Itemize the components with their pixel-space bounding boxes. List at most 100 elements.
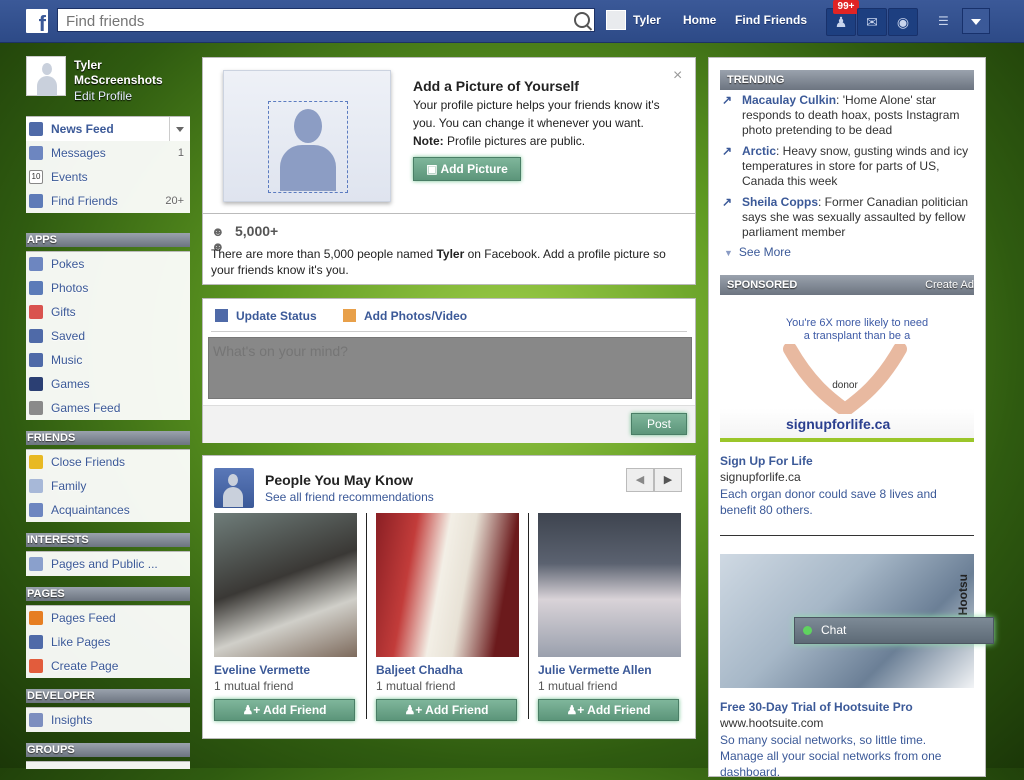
status-footer bbox=[203, 405, 695, 443]
sidebar-item-news-feed[interactable]: News Feed bbox=[26, 117, 190, 141]
status-composer: Update Status Add Photos/Video Post bbox=[202, 298, 696, 443]
sidebar-item-photos[interactable]: Photos bbox=[26, 276, 190, 300]
nav-home-link[interactable]: Home bbox=[683, 13, 716, 27]
see-all-recommendations-link[interactable]: See all friend recommendations bbox=[265, 490, 434, 504]
ad-description[interactable]: So many social networks, so little time.… bbox=[720, 732, 970, 780]
ad-description[interactable]: Each organ donor could save 8 lives and … bbox=[720, 486, 970, 518]
sidebar-item-gifts[interactable]: Gifts bbox=[26, 300, 190, 324]
friend-photo[interactable] bbox=[214, 513, 357, 657]
favorites-list: News Feed Messages 1 10 Events Find Friend… bbox=[26, 116, 190, 213]
heart-hands-icon: donor bbox=[783, 344, 907, 414]
music-icon bbox=[29, 353, 43, 367]
avatar[interactable] bbox=[606, 10, 626, 30]
news-feed-icon bbox=[29, 122, 43, 136]
add-friend-button[interactable]: ♟+ Add Friend bbox=[538, 699, 679, 721]
apps-header[interactable]: APPS bbox=[26, 233, 190, 247]
post-button[interactable]: Post bbox=[631, 413, 687, 435]
interests-list: Pages and Public ... bbox=[26, 551, 190, 576]
sidebar-item-pokes[interactable]: Pokes bbox=[26, 252, 190, 276]
status-input[interactable] bbox=[211, 341, 685, 395]
search-box[interactable] bbox=[57, 8, 595, 32]
friend-photo[interactable] bbox=[538, 513, 681, 657]
add-friend-button[interactable]: ♟+ Add Friend bbox=[214, 699, 355, 721]
messages-icon[interactable]: ✉ bbox=[857, 8, 887, 36]
tab-update-status[interactable]: Update Status bbox=[215, 309, 317, 323]
ad-image[interactable]: You're 6X more likely to need a transpla… bbox=[720, 304, 974, 442]
next-page-button[interactable]: ▶ bbox=[654, 468, 682, 492]
mutual-friends[interactable]: 1 mutual friend bbox=[376, 679, 455, 693]
ad-title[interactable]: Free 30-Day Trial of Hootsuite Pro bbox=[720, 700, 913, 714]
friend-suggestion: Baljeet Chadha 1 mutual friend ♟+ Add Fr… bbox=[376, 513, 519, 723]
mutual-friends[interactable]: 1 mutual friend bbox=[214, 679, 293, 693]
friend-name[interactable]: Eveline Vermette bbox=[214, 663, 310, 677]
sidebar-item-family[interactable]: Family bbox=[26, 474, 190, 498]
ad-title[interactable]: Sign Up For Life bbox=[720, 454, 813, 468]
sidebar-item-find-friends[interactable]: Find Friends 20+ bbox=[26, 189, 190, 213]
tab-add-photos[interactable]: Add Photos/Video bbox=[343, 309, 467, 323]
add-picture-button[interactable]: ▣ Add Picture bbox=[413, 157, 521, 181]
add-picture-description: Your profile picture helps your friends … bbox=[413, 98, 660, 148]
insights-chart-icon bbox=[29, 713, 43, 727]
nav-profile-link[interactable]: Tyler bbox=[633, 13, 661, 27]
mutual-friends[interactable]: 1 mutual friend bbox=[538, 679, 617, 693]
ad-headline: You're 6X more likely to need a transpla… bbox=[785, 317, 929, 342]
add-friend-button[interactable]: ♟+ Add Friend bbox=[376, 699, 517, 721]
friend-name[interactable]: Baljeet Chadha bbox=[376, 663, 463, 677]
trending-item[interactable]: ↗ Sheila Copps: Former Canadian politicia… bbox=[720, 195, 974, 240]
settings-dropdown-icon[interactable] bbox=[962, 8, 990, 34]
sidebar-item-like-pages[interactable]: Like Pages bbox=[26, 630, 190, 654]
profile-picture-placeholder[interactable] bbox=[223, 70, 391, 202]
sidebar-item-pages-feed[interactable]: Pages Feed bbox=[26, 606, 190, 630]
trending-item[interactable]: ↗ Macaulay Culkin: 'Home Alone' star resp… bbox=[720, 93, 974, 138]
trending-arrow-icon: ↗ bbox=[722, 93, 733, 107]
messages-count: 1 bbox=[177, 147, 184, 159]
divider bbox=[203, 213, 695, 214]
sidebar-item-games-feed[interactable]: Games Feed bbox=[26, 396, 190, 420]
friend-name[interactable]: Julie Vermette Allen bbox=[538, 663, 652, 677]
see-more-link[interactable]: ▼ See More bbox=[724, 245, 791, 259]
chevron-down-icon[interactable] bbox=[169, 117, 190, 141]
facebook-logo[interactable]: f bbox=[26, 9, 48, 33]
status-input-box[interactable] bbox=[208, 337, 692, 399]
developer-header[interactable]: DEVELOPER bbox=[26, 689, 190, 703]
profile-summary: Tyler McScreenshots Edit Profile bbox=[26, 56, 190, 106]
sidebar-item-create-page[interactable]: Create Page bbox=[26, 654, 190, 678]
groups-header[interactable]: GROUPS bbox=[26, 743, 190, 757]
notification-badge: 99+ bbox=[833, 0, 859, 14]
edit-profile-link[interactable]: Edit Profile bbox=[74, 89, 132, 103]
sidebar-item-events[interactable]: 10 Events bbox=[26, 165, 190, 189]
search-icon[interactable] bbox=[574, 12, 590, 28]
search-input[interactable] bbox=[64, 10, 568, 32]
friend-photo[interactable] bbox=[376, 513, 519, 657]
sidebar-item-saved[interactable]: Saved bbox=[26, 324, 190, 348]
sidebar-item-close-friends[interactable]: Close Friends bbox=[26, 450, 190, 474]
notifications-globe-icon[interactable]: ◉ bbox=[888, 8, 918, 36]
profile-picture[interactable] bbox=[26, 56, 66, 96]
sidebar-item-music[interactable]: Music bbox=[26, 348, 190, 372]
interests-header[interactable]: INTERESTS bbox=[26, 533, 190, 547]
sidebar-item-messages[interactable]: Messages 1 bbox=[26, 141, 190, 165]
ad-url[interactable]: signupforlife.ca bbox=[720, 470, 801, 484]
people-icon bbox=[29, 503, 43, 517]
pages-header[interactable]: PAGES bbox=[26, 587, 190, 601]
poke-icon bbox=[29, 257, 43, 271]
friends-header[interactable]: FRIENDS bbox=[26, 431, 190, 445]
privacy-shortcuts-icon[interactable]: ☰ bbox=[938, 14, 956, 28]
online-status-icon bbox=[803, 626, 812, 635]
trending-item[interactable]: ↗ Arctic: Heavy snow, gusting winds and i… bbox=[720, 144, 974, 189]
sidebar-item-pages-and-public[interactable]: Pages and Public ... bbox=[26, 552, 190, 576]
ad-url[interactable]: www.hootsuite.com bbox=[720, 716, 823, 730]
nav-find-friends-link[interactable]: Find Friends bbox=[735, 13, 807, 27]
find-friends-count: 20+ bbox=[165, 195, 184, 207]
house-icon bbox=[29, 479, 43, 493]
sidebar-item-insights[interactable]: Insights bbox=[26, 708, 190, 732]
sidebar-item-games[interactable]: Games bbox=[26, 372, 190, 396]
chat-bar[interactable]: Chat bbox=[794, 617, 994, 644]
prev-page-button[interactable]: ◀ bbox=[626, 468, 654, 492]
add-picture-card: Add a Picture of Yourself Your profile p… bbox=[202, 57, 696, 285]
profile-name[interactable]: Tyler McScreenshots bbox=[74, 58, 184, 88]
chevron-down-icon: ▼ bbox=[724, 248, 733, 258]
create-ad-link[interactable]: Create Ad bbox=[925, 275, 974, 295]
sidebar-item-acquaintances[interactable]: Acquaintances bbox=[26, 498, 190, 522]
close-icon[interactable]: × bbox=[673, 67, 682, 85]
